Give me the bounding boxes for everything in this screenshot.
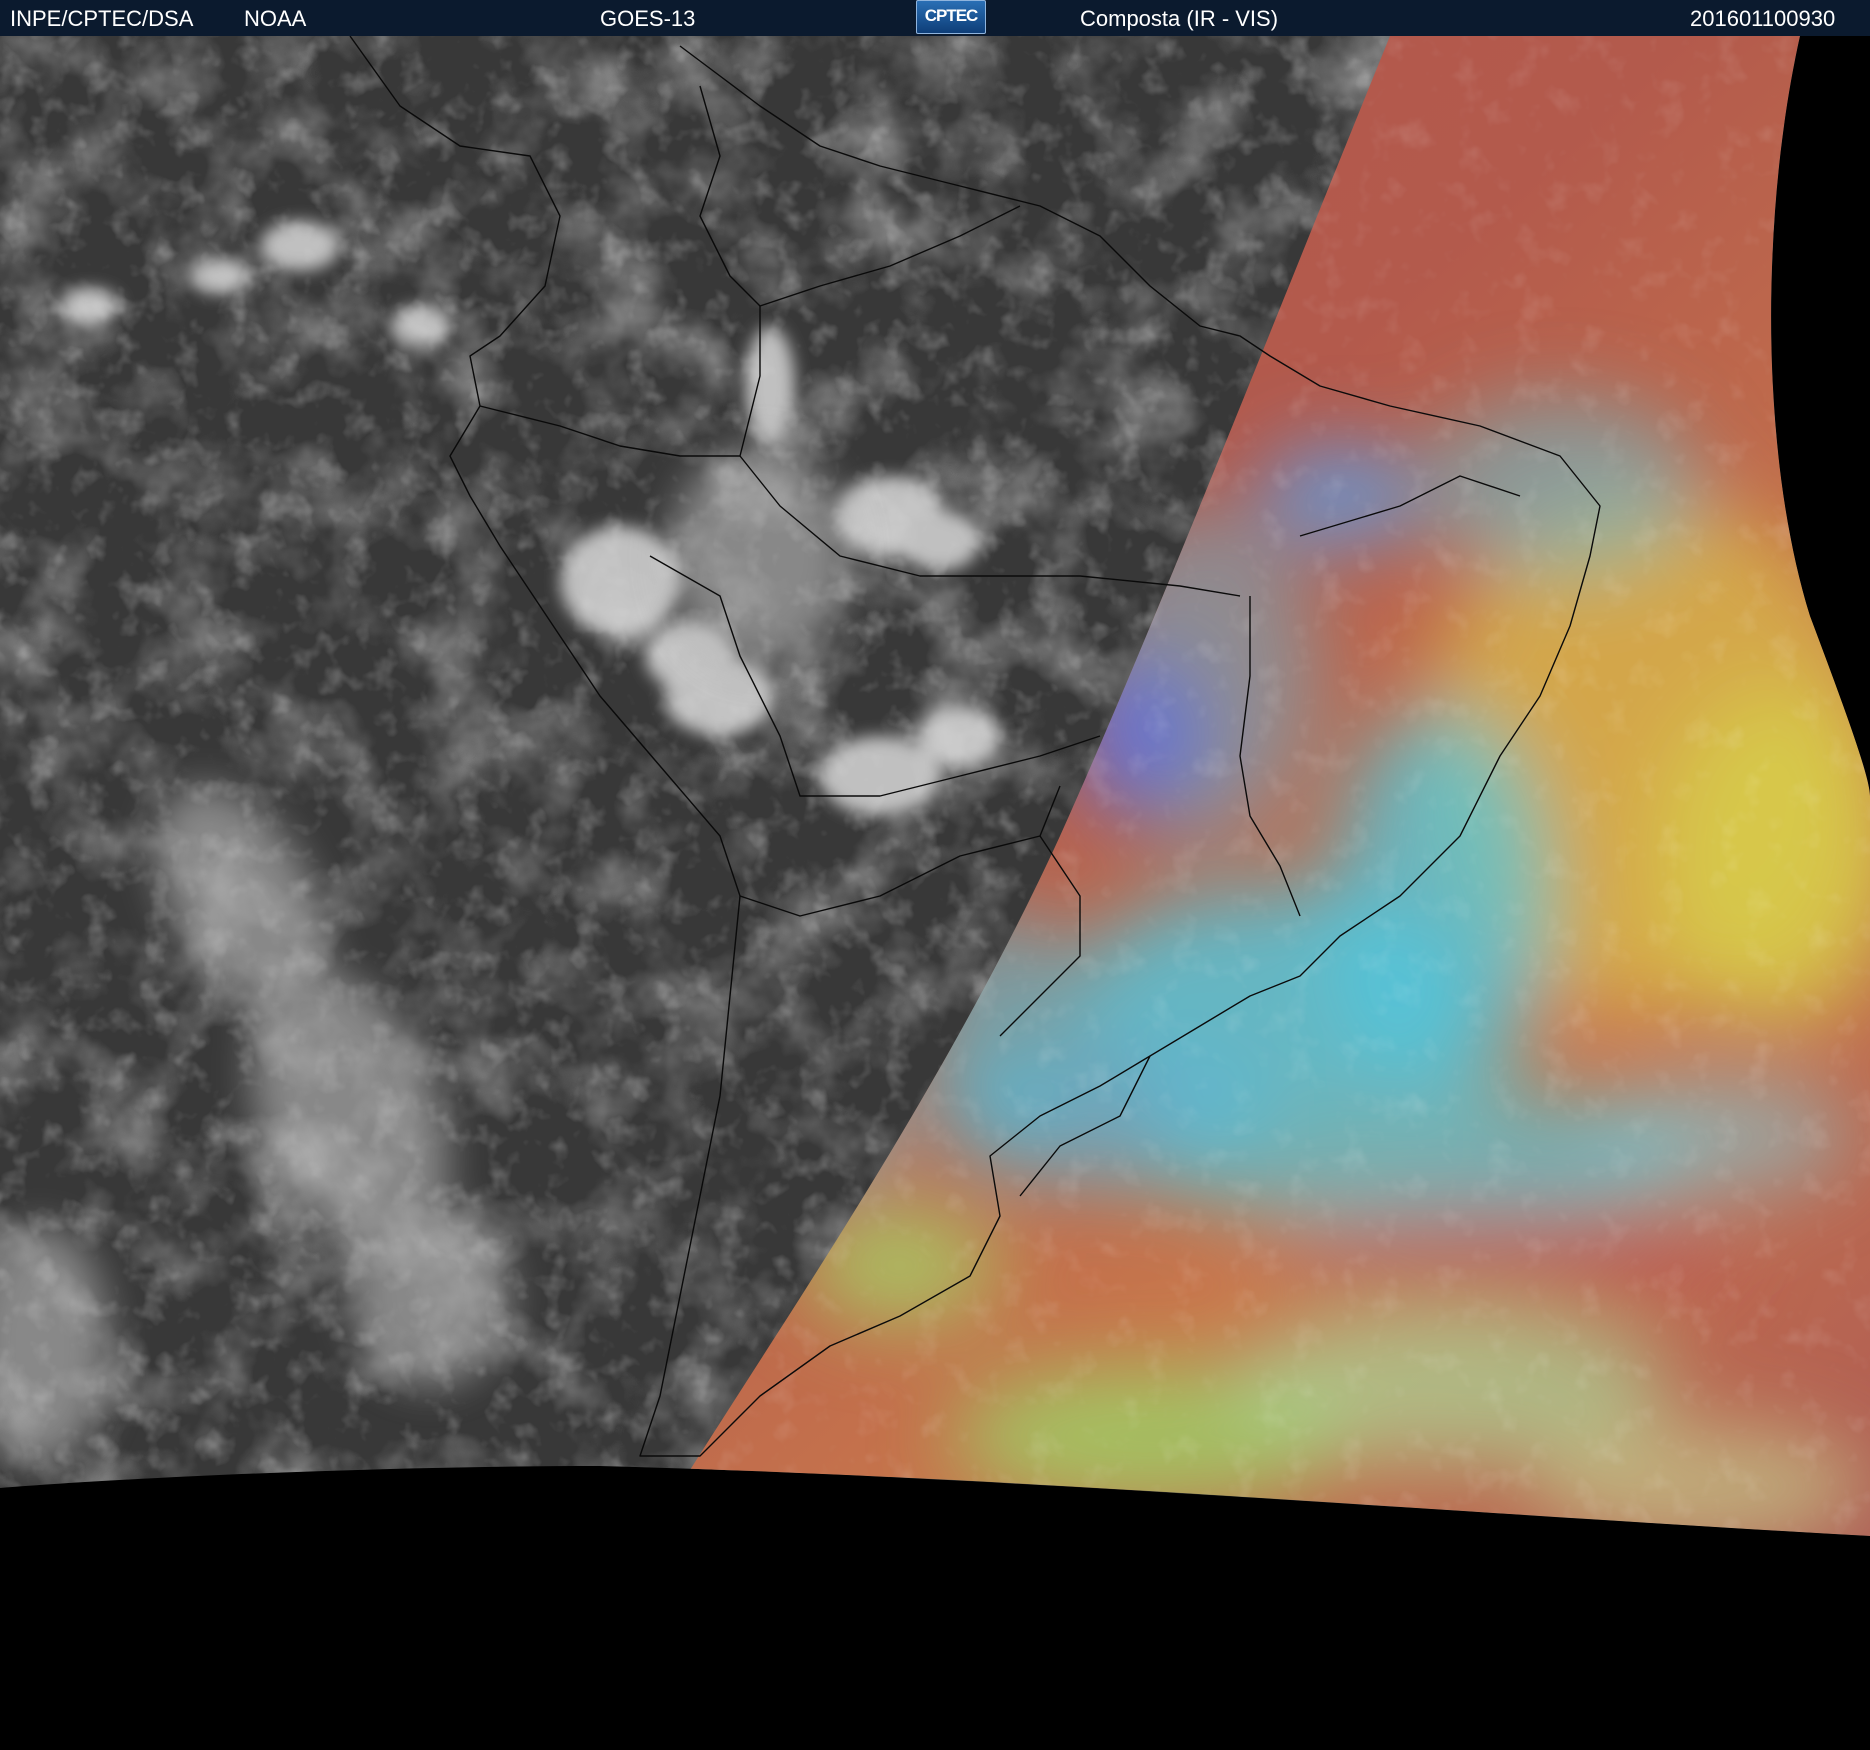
timestamp-label: 201601100930 [1690, 6, 1836, 31]
agency-label: NOAA [244, 6, 307, 31]
cptec-logo: CPTEC [916, 0, 986, 34]
product-label: Composta (IR - VIS) [1080, 6, 1279, 31]
organization-label: INPE/CPTEC/DSA [10, 6, 194, 31]
header-bar: INPE/CPTEC/DSA NOAA GOES-13 CPTEC Compos… [0, 0, 1870, 37]
satellite-label: GOES-13 [600, 6, 696, 31]
satellite-image [0, 36, 1870, 1750]
